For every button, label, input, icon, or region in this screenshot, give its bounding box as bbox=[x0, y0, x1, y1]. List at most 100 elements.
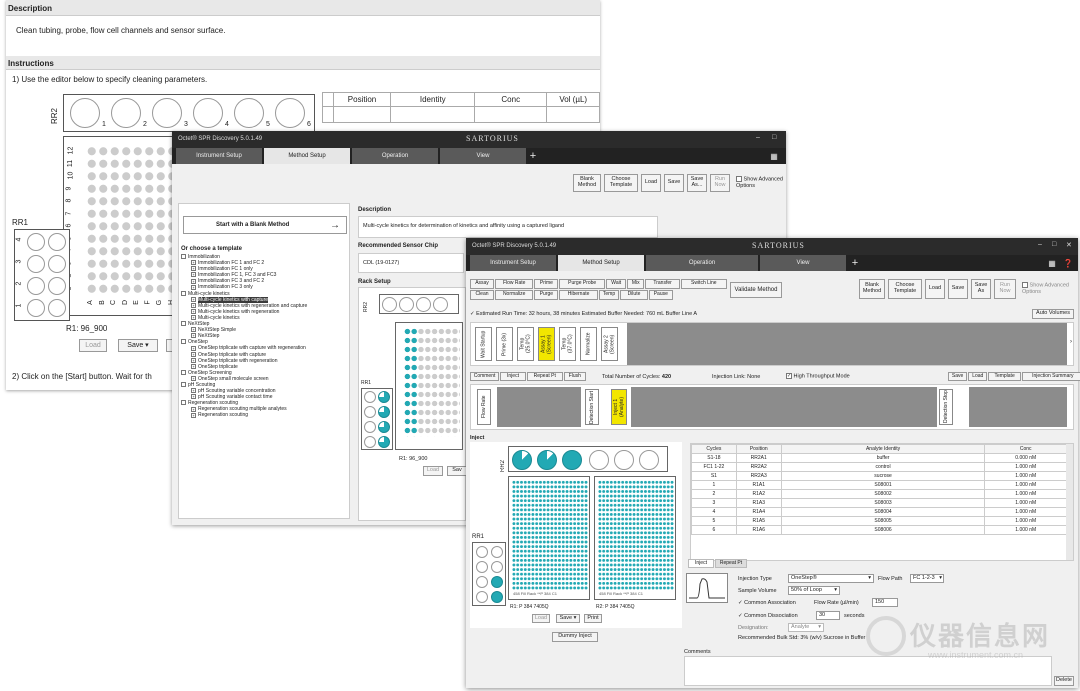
dummy-inject-button[interactable]: Dummy Inject bbox=[552, 632, 598, 642]
high-throughput-checkbox[interactable]: ✓ High Throughput Mode bbox=[786, 373, 850, 380]
blank-method-button[interactable]: Blank Method bbox=[573, 174, 601, 192]
maximize-icon[interactable]: □ bbox=[1052, 241, 1056, 248]
save-as-button[interactable]: Save As... bbox=[687, 174, 707, 192]
sub-comment-button[interactable]: Comment bbox=[470, 372, 500, 381]
step-switch-line-button[interactable]: Switch Line bbox=[681, 279, 727, 289]
timeline-step[interactable]: Wait Startup bbox=[475, 327, 492, 361]
rr2-rack[interactable] bbox=[508, 446, 668, 472]
plate-1[interactable]: 458 Fill Rack **P 384 C1 bbox=[508, 476, 590, 600]
dissoc-input[interactable]: 30 bbox=[816, 611, 840, 620]
step-prime-button[interactable]: Prime bbox=[534, 279, 559, 289]
auto-volumes-button[interactable]: Auto Volumes bbox=[1032, 309, 1074, 319]
table-header[interactable]: Position bbox=[735, 444, 782, 454]
rr1-rack[interactable] bbox=[472, 542, 506, 606]
sub-repeat-pt-button[interactable]: Repeat Pt bbox=[526, 372, 563, 381]
rr2-vial[interactable] bbox=[152, 98, 182, 128]
table-row[interactable]: FC1 1-22 RR2A2 control 1.000 nM bbox=[691, 462, 1067, 472]
table-header[interactable]: Conc bbox=[984, 444, 1067, 454]
timeline-step[interactable]: Temp (25.0°C) bbox=[517, 327, 534, 361]
tab-operation[interactable]: Operation bbox=[352, 148, 438, 164]
step-transfer-button[interactable]: Transfer bbox=[645, 279, 680, 289]
sub-load-button[interactable]: Load bbox=[968, 372, 988, 381]
inject-step[interactable]: Inject 1 (Analyte) bbox=[611, 389, 627, 425]
sample-vol-select[interactable]: 50% of Loop ▾ bbox=[788, 586, 840, 595]
add-tab-button[interactable]: + bbox=[526, 148, 540, 164]
step-clean-button[interactable]: Clean bbox=[470, 290, 494, 300]
save-button[interactable]: Save bbox=[948, 279, 968, 299]
table-row[interactable]: 2 R1A2 S08002 1.000 nM bbox=[691, 489, 1067, 499]
load-button[interactable]: Load bbox=[423, 466, 443, 476]
save-button[interactable]: Save bbox=[664, 174, 684, 192]
rr1-vial[interactable] bbox=[27, 277, 45, 295]
rr2-vial[interactable] bbox=[234, 98, 264, 128]
table-row[interactable]: 5 R1A5 S08005 1.000 nM bbox=[691, 516, 1067, 526]
flow-rate-input[interactable]: 150 bbox=[872, 598, 898, 607]
timeline-step[interactable]: Assay 2 (Screen) bbox=[601, 327, 618, 361]
sub-template-button[interactable]: Template bbox=[988, 372, 1021, 381]
common-assoc-checkbox[interactable]: ✓ Common Association bbox=[738, 600, 796, 607]
minimize-icon[interactable]: – bbox=[1038, 241, 1042, 248]
close-icon[interactable]: ✕ bbox=[1066, 241, 1072, 249]
timeline-step[interactable]: Temp (37.0°C) bbox=[559, 327, 576, 361]
rr1-vial[interactable] bbox=[48, 233, 66, 251]
template-item[interactable]: + Regeneration scouting bbox=[181, 412, 349, 418]
flow-rate-step[interactable]: Flow Rate bbox=[477, 389, 491, 425]
save-button[interactable]: Save ▾ bbox=[118, 339, 158, 352]
table-row[interactable]: S1 RR2A3 sucrose 1.000 nM bbox=[691, 471, 1067, 481]
rr1-vial[interactable] bbox=[27, 233, 45, 251]
tab-instrument-setup[interactable]: Instrument Setup bbox=[176, 148, 262, 164]
grid-icon[interactable]: ▦ bbox=[768, 148, 780, 164]
show-advanced-checkbox[interactable]: Show Advanced Options bbox=[1022, 282, 1074, 296]
flow-path-select[interactable]: FC 1-2-3 ▾ bbox=[910, 574, 944, 583]
common-dissoc-checkbox[interactable]: ✓ Common Dissociation bbox=[738, 613, 798, 620]
start-blank-button[interactable]: Start with a Blank Method → bbox=[183, 216, 347, 234]
step-purge-button[interactable]: Purge bbox=[534, 290, 559, 300]
show-advanced-checkbox[interactable]: Show Advanced Options bbox=[736, 176, 784, 190]
tab-operation[interactable]: Operation bbox=[646, 255, 758, 271]
table-header[interactable]: Analyte Identity bbox=[780, 444, 986, 454]
rr1-vial[interactable] bbox=[48, 299, 66, 317]
save-button[interactable]: Save ▾ bbox=[556, 614, 580, 623]
table-row[interactable]: 3 R1A3 S08003 1.000 nM bbox=[691, 498, 1067, 508]
step-assay-button[interactable]: Assay bbox=[470, 279, 494, 289]
load-button[interactable]: Load bbox=[641, 174, 661, 192]
tab-instrument-setup[interactable]: Instrument Setup bbox=[470, 255, 556, 271]
timeline-step[interactable]: Assay 1 (Screen) bbox=[538, 327, 555, 361]
step-temp-button[interactable]: Temp bbox=[598, 290, 620, 300]
cycle-timeline[interactable]: Flow Rate Detection Start Inject 1 (Anal… bbox=[470, 384, 1074, 430]
sub-save-button[interactable]: Save bbox=[948, 372, 968, 381]
delete-button[interactable]: Delete bbox=[1054, 676, 1074, 686]
timeline-step[interactable]: Prime (3x) bbox=[496, 327, 513, 361]
rr2-rack[interactable]: 1 2 3 4 5 6 bbox=[63, 94, 315, 132]
grid-icon[interactable]: ▦ bbox=[1046, 255, 1058, 271]
plate-96[interactable]: 121110987654321 ABCDEFGH bbox=[63, 136, 183, 316]
step-flow-rate-button[interactable]: Flow Rate bbox=[495, 279, 534, 289]
template-tree[interactable]: Immobilization + Immobilization FC 1 and F… bbox=[181, 254, 349, 419]
table-row[interactable]: 4 R1A4 S08004 1.000 nM bbox=[691, 507, 1067, 517]
detection-start-step[interactable]: Detection Start bbox=[585, 389, 599, 425]
tab-method-setup[interactable]: Method Setup bbox=[264, 148, 350, 164]
choose-template-button[interactable]: Choose Template bbox=[888, 279, 922, 299]
analyte-table[interactable]: Cycles Position Analyte Identity Conc S1-18… bbox=[690, 443, 1074, 561]
rr2-vial[interactable] bbox=[70, 98, 100, 128]
step-pause-button[interactable]: Pause bbox=[648, 290, 673, 300]
timeline-step[interactable]: Normalize bbox=[580, 327, 597, 361]
sub-injection-summary-button[interactable]: Injection Summary bbox=[1021, 372, 1080, 381]
method-timeline[interactable]: Wait Startup Prime (3x) Temp (25.0°C) Assay… bbox=[470, 322, 1074, 366]
load-button[interactable]: Load bbox=[925, 279, 945, 299]
run-now-button[interactable]: Run Now bbox=[710, 174, 730, 192]
sub-inject-button[interactable]: Inject bbox=[500, 372, 526, 381]
load-button[interactable]: Load bbox=[79, 339, 107, 352]
rr2-vial[interactable] bbox=[275, 98, 305, 128]
step-purge-probe-button[interactable]: Purge Probe bbox=[559, 279, 605, 289]
rr1-vial[interactable] bbox=[27, 255, 45, 273]
add-tab-button[interactable]: + bbox=[848, 255, 862, 271]
rr1-rack[interactable]: 4 3 2 1 bbox=[14, 229, 70, 321]
print-button[interactable]: Print bbox=[584, 614, 602, 623]
load-button[interactable]: Load bbox=[532, 614, 550, 623]
step-wait-button[interactable]: Wait bbox=[606, 279, 627, 289]
choose-template-button[interactable]: Choose Template bbox=[604, 174, 638, 192]
help-icon[interactable]: ❓ bbox=[1062, 255, 1074, 271]
save-button[interactable]: Sav bbox=[447, 466, 467, 476]
sub-flush-button[interactable]: Flush bbox=[563, 372, 587, 381]
